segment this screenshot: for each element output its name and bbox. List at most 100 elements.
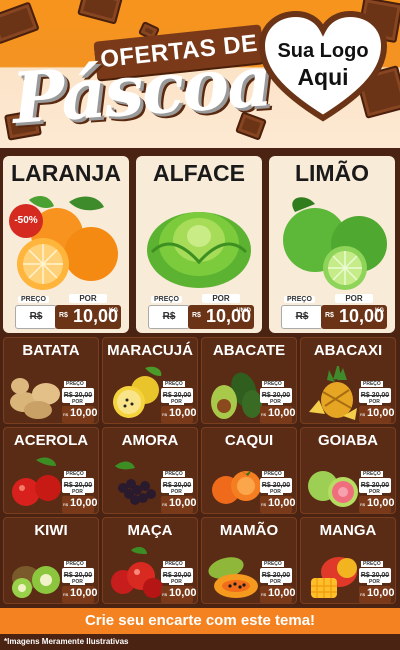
- logo-text: Sua Logo Aqui: [258, 38, 388, 90]
- potato-icon: [10, 378, 60, 419]
- new-price-label: POR: [69, 294, 107, 303]
- product-card[interactable]: ACEROLA PREÇO R$ 20,00 POR R$ 10,00: [3, 427, 99, 514]
- currency: R$: [162, 412, 168, 417]
- old-price-label: PREÇO: [361, 381, 383, 387]
- currency: R$: [360, 412, 366, 417]
- old-price-label: PREÇO: [262, 381, 284, 387]
- product-card[interactable]: ABACATE PREÇO R$ 20,00 POR R$ 10,00: [201, 337, 297, 424]
- product-card[interactable]: CAQUI PREÇO R$ 20,00 POR R$ 10,00: [201, 427, 297, 514]
- product-card[interactable]: MARACUJÁ PREÇO R$ 20,00 POR R$ 10,00: [102, 337, 198, 424]
- currency: R$: [261, 412, 267, 417]
- product-name: CAQUI: [224, 432, 274, 449]
- product-name: ACEROLA: [13, 432, 89, 449]
- guava-icon: [308, 471, 358, 507]
- new-price-tag: POR R$ 10,00: [260, 489, 296, 513]
- new-price-label: POR: [169, 579, 184, 585]
- papaya-icon: [208, 557, 258, 598]
- featured-card-limao[interactable]: LIMÃO PREÇO R$ 20,00 POR R$ 10,00 KG: [269, 156, 395, 333]
- discount-badge: -50%: [9, 204, 43, 238]
- new-price-tag: POR R$ 10,00: [359, 399, 395, 423]
- acerola-icon: [12, 457, 61, 506]
- currency: R$: [192, 312, 201, 319]
- old-price-label: PREÇO: [284, 296, 315, 303]
- new-price-tag: POR R$ 10,00: [260, 579, 296, 603]
- logo-line-2: Aqui: [297, 64, 349, 90]
- price: 10,00: [169, 587, 197, 599]
- price: 10,00: [367, 587, 395, 599]
- product-card[interactable]: MAÇA PREÇO R$ 20,00 POR R$ 10,00: [102, 517, 198, 604]
- old-price: R$ 20,00: [162, 311, 176, 322]
- price: 10,00: [268, 497, 296, 509]
- new-price-label: POR: [367, 399, 382, 405]
- new-price-tag: POR R$ 10,00 UNID: [188, 294, 254, 329]
- product-card[interactable]: MANGA PREÇO R$ 20,00 POR R$ 10,00: [300, 517, 396, 604]
- easter-title: Páscoa: [9, 39, 273, 140]
- product-name: MARACUJÁ: [107, 342, 193, 359]
- price: 10,00: [367, 497, 395, 509]
- currency: R$: [325, 312, 334, 319]
- currency: R$: [360, 502, 366, 507]
- apple-icon: [111, 547, 163, 598]
- old-price: R$ 20,00: [295, 311, 309, 322]
- currency: R$: [261, 502, 267, 507]
- cta-banner[interactable]: Crie seu encarte com este tema!: [0, 608, 400, 634]
- price: 10,00: [268, 587, 296, 599]
- new-price-tag: POR R$ 10,00: [161, 489, 197, 513]
- product-name: ABACAXI: [313, 342, 383, 359]
- persimmon-icon: [212, 470, 261, 504]
- old-price-label: PREÇO: [361, 471, 383, 477]
- new-price-label: POR: [367, 579, 382, 585]
- unit: UNID: [236, 308, 251, 314]
- lettuce-icon: [147, 212, 251, 288]
- old-price-label: PREÇO: [262, 471, 284, 477]
- product-card[interactable]: KIWI PREÇO R$ 20,00 POR R$ 10,00: [3, 517, 99, 604]
- new-price-label: POR: [70, 579, 85, 585]
- old-price-label: PREÇO: [262, 561, 284, 567]
- currency: R$: [63, 592, 69, 597]
- pineapple-icon: [309, 366, 357, 420]
- old-price-tag: PREÇO R$ 20,00: [148, 296, 190, 329]
- unit: KG: [375, 308, 384, 314]
- featured-card-alface[interactable]: ALFACE PREÇO R$ 20,00 POR R$ 10,00 UNID: [136, 156, 262, 333]
- new-price-tag: POR R$ 10,00: [62, 579, 98, 603]
- lime-icon: [283, 197, 387, 290]
- old-price-label: PREÇO: [64, 471, 86, 477]
- old-price-label: PREÇO: [64, 381, 86, 387]
- product-name: MAMÃO: [219, 522, 279, 539]
- product-name: LIMÃO: [294, 160, 370, 186]
- new-price-tag: POR R$ 10,00 KG: [321, 294, 387, 329]
- passionfruit-icon: [113, 366, 162, 418]
- price: 10,00: [169, 497, 197, 509]
- old-price-tag: PREÇO R$ 20,00: [281, 296, 323, 329]
- disclaimer: *Imagens Meramente Ilustrativas: [4, 637, 129, 646]
- featured-card-laranja[interactable]: LARANJA -50% PREÇO R$ 20,00 POR R$ 10,00…: [3, 156, 129, 333]
- new-price-label: POR: [268, 399, 283, 405]
- old-price-label: PREÇO: [64, 561, 86, 567]
- price: 10,00: [70, 497, 98, 509]
- product-card[interactable]: GOIABA PREÇO R$ 20,00 POR R$ 10,00: [300, 427, 396, 514]
- new-price-tag: POR R$ 10,00: [359, 579, 395, 603]
- new-price-label: POR: [70, 399, 85, 405]
- old-price-tag: PREÇO R$ 20,00: [15, 296, 57, 329]
- new-price-tag: POR R$ 10,00: [62, 399, 98, 423]
- product-card[interactable]: BATATA PREÇO R$ 20,00 POR R$ 10,00: [3, 337, 99, 424]
- price: 10,00: [268, 407, 296, 419]
- new-price-label: POR: [268, 489, 283, 495]
- mango-icon: [311, 557, 357, 598]
- currency: R$: [59, 312, 68, 319]
- price: 10,00: [169, 407, 197, 419]
- product-name: KIWI: [34, 522, 68, 539]
- currency: R$: [63, 412, 69, 417]
- product-card[interactable]: MAMÃO PREÇO R$ 20,00 POR R$ 10,00: [201, 517, 297, 604]
- currency: R$: [162, 502, 168, 507]
- product-card[interactable]: ABACAXI PREÇO R$ 20,00 POR R$ 10,00: [300, 337, 396, 424]
- avocado-icon: [211, 372, 262, 419]
- old-price-label: PREÇO: [163, 471, 185, 477]
- old-price-label: PREÇO: [361, 561, 383, 567]
- product-name: LARANJA: [11, 160, 121, 186]
- currency: R$: [360, 592, 366, 597]
- product-card[interactable]: AMORA PREÇO R$ 20,00 POR R$ 10,00: [102, 427, 198, 514]
- price: 10,00: [367, 407, 395, 419]
- currency: R$: [162, 592, 168, 597]
- old-price: R$ 20,00: [29, 311, 43, 322]
